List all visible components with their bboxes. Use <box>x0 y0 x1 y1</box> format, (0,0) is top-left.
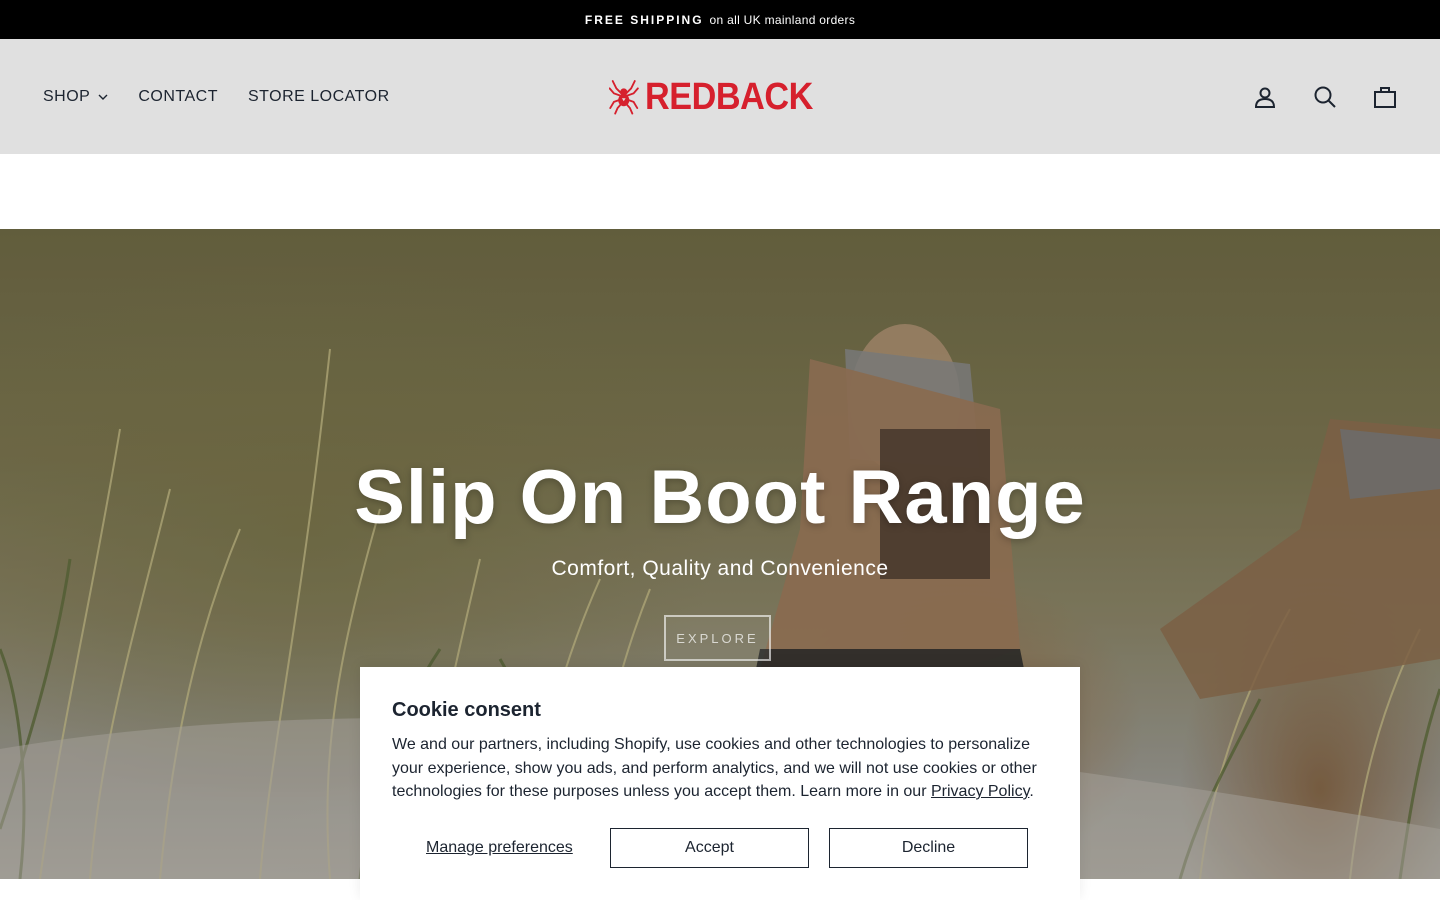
main-nav: SHOP CONTACT STORE LOCATOR <box>43 39 390 154</box>
nav-item-label: CONTACT <box>138 87 218 105</box>
nav-item-contact[interactable]: CONTACT <box>138 88 218 106</box>
cookie-actions: Manage preferences Accept Decline <box>392 828 1048 868</box>
accept-button[interactable]: Accept <box>610 828 809 868</box>
site-header: SHOP CONTACT STORE LOCATOR REDBACK <box>0 39 1440 154</box>
cookie-text: We and our partners, including Shopify, … <box>392 733 1052 804</box>
announcement-text: on all UK mainland orders <box>709 12 856 27</box>
search-icon <box>1314 86 1336 108</box>
hero-title: Slip On Boot Range <box>354 455 1086 540</box>
account-icon <box>1254 87 1276 108</box>
cookie-consent-banner: Cookie consent We and our partners, incl… <box>360 667 1080 900</box>
decline-button[interactable]: Decline <box>829 828 1028 868</box>
announcement-bar: FREE SHIPPING on all UK mainland orders <box>0 0 1440 39</box>
nav-item-label: STORE LOCATOR <box>247 87 390 105</box>
spider-logo-icon <box>609 80 639 115</box>
account-button[interactable] <box>1250 82 1280 112</box>
cookie-period: . <box>1029 783 1034 800</box>
privacy-policy-link[interactable]: Privacy Policy <box>931 783 1029 800</box>
nav-item-shop[interactable]: SHOP <box>43 88 108 106</box>
cart-icon <box>1374 86 1396 108</box>
brand-logo[interactable]: REDBACK <box>609 69 831 125</box>
nav-item-store-locator[interactable]: STORE LOCATOR <box>248 88 390 106</box>
manage-preferences-button[interactable]: Manage preferences <box>426 828 573 868</box>
search-button[interactable] <box>1310 82 1340 112</box>
hero-subtitle: Comfort, Quality and Convenience <box>551 557 889 580</box>
brand-name: REDBACK <box>644 75 813 118</box>
header-icons <box>1250 39 1400 154</box>
cookie-title: Cookie consent <box>392 699 541 721</box>
chevron-down-icon <box>98 94 108 100</box>
explore-button[interactable]: EXPLORE <box>664 615 771 661</box>
announcement-strong: FREE SHIPPING <box>584 12 704 27</box>
nav-item-label: SHOP <box>43 87 91 105</box>
cart-button[interactable] <box>1370 82 1400 112</box>
